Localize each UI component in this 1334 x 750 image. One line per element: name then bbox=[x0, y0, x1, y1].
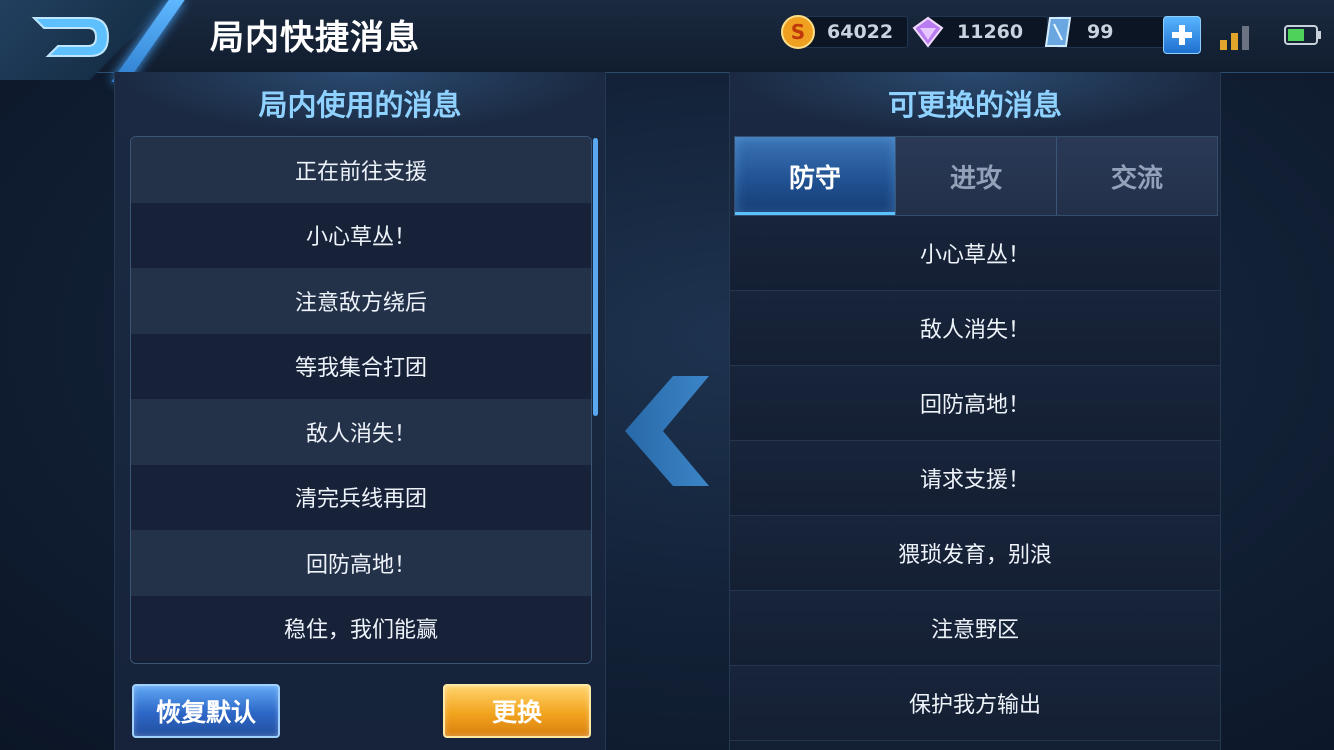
diamond-icon bbox=[912, 16, 944, 48]
in-game-messages-panel: 局内使用的消息 正在前往支援 小心草丛！ 注意敌方绕后 等我集合打团 敌人消失！… bbox=[114, 72, 606, 750]
in-game-message-list[interactable]: 正在前往支援 小心草丛！ 注意敌方绕后 等我集合打团 敌人消失！ 清完兵线再团 … bbox=[130, 136, 592, 664]
ticket-counter: 99 bbox=[1040, 16, 1168, 48]
list-item[interactable]: 清完兵线再团 bbox=[131, 464, 591, 530]
list-item[interactable]: 猥琐发育，别浪 bbox=[730, 516, 1220, 591]
add-currency-button[interactable] bbox=[1163, 16, 1201, 54]
list-item[interactable]: 正在前往支援 bbox=[131, 137, 591, 203]
scrollbar[interactable] bbox=[593, 138, 598, 416]
replaceable-messages-panel: 可更换的消息 防守 进攻 交流 小心草丛！ 敌人消失！ 回防高地！ 请求支援！ … bbox=[729, 72, 1221, 750]
chevron-left-icon[interactable] bbox=[623, 374, 711, 488]
list-item[interactable]: 等我集合打团 bbox=[131, 333, 591, 399]
list-item[interactable]: 保护我方输出 bbox=[730, 666, 1220, 741]
list-item[interactable]: 注意敌方绕后 bbox=[131, 268, 591, 334]
list-item[interactable]: 回防高地！ bbox=[131, 530, 591, 596]
page-title: 局内快捷消息 bbox=[210, 18, 420, 58]
gold-coin-icon: S bbox=[781, 15, 815, 49]
crystal-ticket-icon bbox=[1044, 17, 1072, 47]
left-panel-title: 局内使用的消息 bbox=[115, 72, 605, 134]
top-bar: 局内快捷消息 S 64022 11260 99 bbox=[0, 0, 1334, 82]
list-item[interactable]: 敌人消失！ bbox=[131, 399, 591, 465]
back-button[interactable] bbox=[28, 12, 118, 62]
tab-attack[interactable]: 进攻 bbox=[895, 137, 1056, 215]
replaceable-message-list[interactable]: 小心草丛！ 敌人消失！ 回防高地！ 请求支援！ 猥琐发育，别浪 注意野区 保护我… bbox=[730, 216, 1220, 750]
gold-counter: S 64022 bbox=[780, 15, 908, 49]
list-item[interactable]: 敌人消失！ bbox=[730, 291, 1220, 366]
list-item[interactable]: 小心草丛！ bbox=[730, 216, 1220, 291]
list-item[interactable]: 注意野区 bbox=[730, 591, 1220, 666]
list-item[interactable]: 请求支援！ bbox=[730, 441, 1220, 516]
plus-icon bbox=[1172, 25, 1192, 45]
right-panel-title: 可更换的消息 bbox=[730, 72, 1220, 134]
swap-button[interactable]: 更换 bbox=[443, 684, 591, 738]
tab-defense[interactable]: 防守 bbox=[735, 137, 895, 215]
restore-default-button[interactable]: 恢复默认 bbox=[132, 684, 280, 738]
diamond-counter: 11260 bbox=[910, 16, 1048, 48]
list-item[interactable]: 回防高地！ bbox=[730, 366, 1220, 441]
battery-icon bbox=[1284, 25, 1321, 45]
svg-text:S: S bbox=[791, 20, 805, 44]
back-arrow-icon bbox=[31, 17, 110, 57]
category-tabs: 防守 进攻 交流 bbox=[734, 136, 1218, 216]
tab-communication[interactable]: 交流 bbox=[1056, 137, 1217, 215]
list-item[interactable]: 稳住，我们能赢 bbox=[131, 595, 591, 661]
signal-icon bbox=[1220, 26, 1249, 50]
list-item[interactable]: 小心草丛！ bbox=[131, 202, 591, 268]
